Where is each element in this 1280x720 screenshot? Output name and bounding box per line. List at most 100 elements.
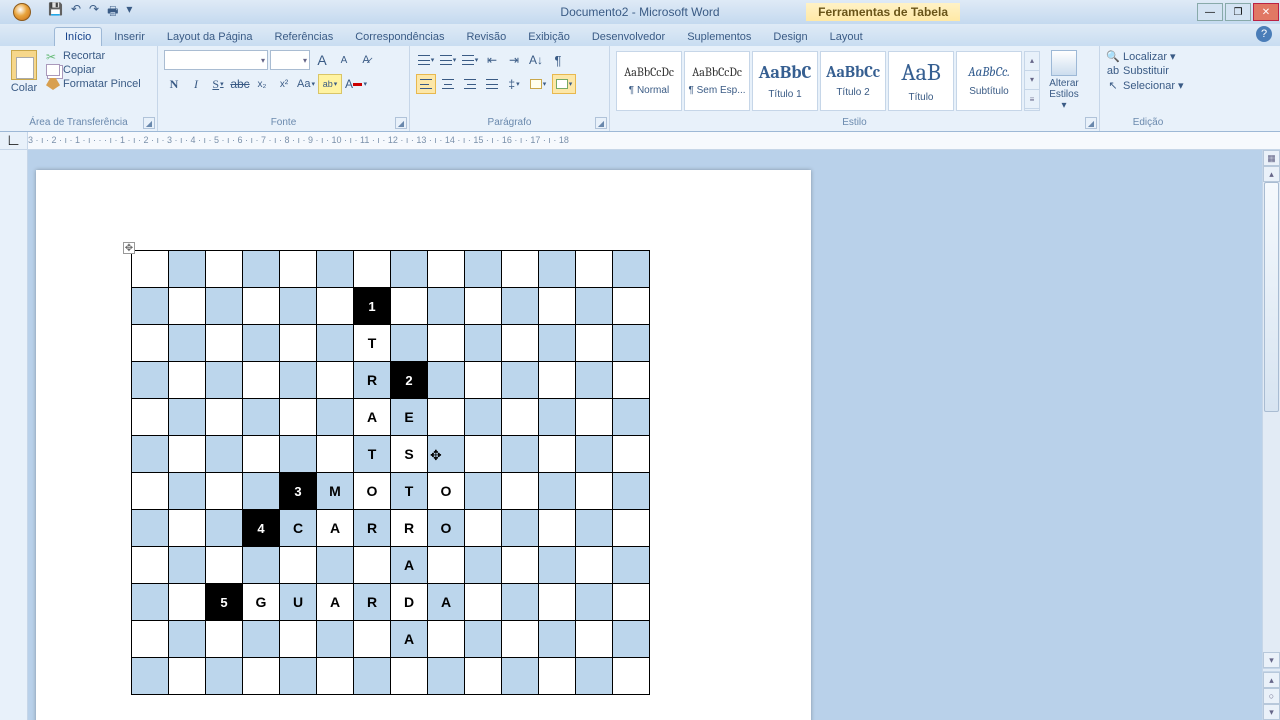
- clear-formatting-button[interactable]: A̷: [356, 50, 376, 70]
- scroll-thumb[interactable]: [1264, 182, 1279, 412]
- table-cell[interactable]: G: [243, 584, 280, 621]
- table-cell[interactable]: [243, 621, 280, 658]
- scroll-up-button[interactable]: ▴: [1263, 166, 1280, 182]
- table-cell[interactable]: [465, 510, 502, 547]
- table-cell[interactable]: [428, 547, 465, 584]
- table-cell[interactable]: [169, 473, 206, 510]
- table-cell[interactable]: 4: [243, 510, 280, 547]
- table-cell[interactable]: [280, 436, 317, 473]
- style-titulo1[interactable]: AaBbCTítulo 1: [752, 51, 818, 111]
- table-cell[interactable]: [613, 473, 650, 510]
- align-left-button[interactable]: [416, 74, 436, 94]
- tab-inicio[interactable]: Início: [54, 27, 102, 46]
- table-cell[interactable]: [169, 288, 206, 325]
- table-cell[interactable]: [613, 325, 650, 362]
- table-cell[interactable]: [428, 251, 465, 288]
- style-subtitulo[interactable]: AaBbCc.Subtítulo: [956, 51, 1022, 111]
- maximize-button[interactable]: ❐: [1225, 3, 1251, 21]
- table-cell[interactable]: [502, 251, 539, 288]
- table-cell[interactable]: [576, 399, 613, 436]
- style-titulo[interactable]: AaBTítulo: [888, 51, 954, 111]
- table-cell[interactable]: A: [317, 584, 354, 621]
- cut-button[interactable]: Recortar: [46, 50, 141, 62]
- help-button[interactable]: ?: [1256, 26, 1272, 42]
- multilevel-button[interactable]: ▾: [460, 50, 480, 70]
- tab-desenvolvedor[interactable]: Desenvolvedor: [582, 28, 675, 46]
- table-cell[interactable]: [206, 621, 243, 658]
- font-name-combo[interactable]: ▾: [164, 50, 268, 70]
- scroll-track[interactable]: [1263, 182, 1280, 652]
- table-cell[interactable]: [613, 399, 650, 436]
- table-cell[interactable]: [576, 362, 613, 399]
- table-cell[interactable]: T: [354, 325, 391, 362]
- style-normal[interactable]: AaBbCcDc¶ Normal: [616, 51, 682, 111]
- tab-layout-pagina[interactable]: Layout da Página: [157, 28, 263, 46]
- table-cell[interactable]: [132, 325, 169, 362]
- select-button[interactable]: ↖Selecionar ▾: [1106, 79, 1190, 92]
- align-justify-button[interactable]: [482, 74, 502, 94]
- table-cell[interactable]: [132, 288, 169, 325]
- table-cell[interactable]: [502, 473, 539, 510]
- vertical-scrollbar[interactable]: ▦ ▴ ▾ ▴ ○ ▾: [1262, 150, 1280, 720]
- table-cell[interactable]: [391, 288, 428, 325]
- copy-button[interactable]: Copiar: [46, 64, 141, 76]
- table-cell[interactable]: O: [428, 510, 465, 547]
- table-cell[interactable]: [428, 362, 465, 399]
- table-cell[interactable]: [243, 362, 280, 399]
- table-cell[interactable]: [428, 325, 465, 362]
- table-cell[interactable]: [206, 510, 243, 547]
- table-cell[interactable]: A: [391, 621, 428, 658]
- table-cell[interactable]: [613, 584, 650, 621]
- superscript-button[interactable]: x²: [274, 74, 294, 94]
- table-cell[interactable]: [280, 362, 317, 399]
- table-cell[interactable]: [539, 362, 576, 399]
- table-cell[interactable]: [502, 510, 539, 547]
- tab-suplementos[interactable]: Suplementos: [677, 28, 761, 46]
- underline-button[interactable]: S▾: [208, 74, 228, 94]
- table-cell[interactable]: [613, 251, 650, 288]
- table-cell[interactable]: [465, 473, 502, 510]
- table-cell[interactable]: [576, 621, 613, 658]
- table-cell[interactable]: [576, 436, 613, 473]
- show-marks-button[interactable]: ¶: [548, 50, 568, 70]
- table-cell[interactable]: [206, 325, 243, 362]
- table-cell[interactable]: [465, 584, 502, 621]
- table-cell[interactable]: [539, 658, 576, 695]
- subscript-button[interactable]: x₂: [252, 74, 272, 94]
- table-cell[interactable]: [576, 510, 613, 547]
- prev-page-button[interactable]: ▴: [1263, 672, 1280, 688]
- table-cell[interactable]: C: [280, 510, 317, 547]
- table-cell[interactable]: [280, 399, 317, 436]
- table-cell[interactable]: [280, 325, 317, 362]
- tab-design[interactable]: Design: [763, 28, 817, 46]
- table-cell[interactable]: E: [391, 399, 428, 436]
- table-cell[interactable]: [169, 510, 206, 547]
- undo-icon[interactable]: ↶: [71, 2, 81, 23]
- table-cell[interactable]: [613, 547, 650, 584]
- table-cell[interactable]: [317, 251, 354, 288]
- table-cell[interactable]: [613, 288, 650, 325]
- styles-launcher[interactable]: ◢: [1085, 117, 1097, 129]
- table-cell[interactable]: [243, 399, 280, 436]
- table-cell[interactable]: [465, 325, 502, 362]
- table-cell[interactable]: [539, 288, 576, 325]
- table-cell[interactable]: [132, 621, 169, 658]
- table-cell[interactable]: [465, 658, 502, 695]
- table-cell[interactable]: [502, 658, 539, 695]
- table-cell[interactable]: [428, 288, 465, 325]
- table-cell[interactable]: [465, 288, 502, 325]
- table-cell[interactable]: [317, 362, 354, 399]
- print-icon[interactable]: 🖶: [107, 2, 118, 23]
- table-cell[interactable]: [169, 621, 206, 658]
- table-cell[interactable]: [169, 362, 206, 399]
- table-cell[interactable]: [132, 399, 169, 436]
- table-cell[interactable]: [317, 399, 354, 436]
- table-cell[interactable]: [613, 510, 650, 547]
- table-cell[interactable]: [280, 288, 317, 325]
- tab-selector[interactable]: ∟: [0, 132, 28, 149]
- table-cell[interactable]: O: [428, 473, 465, 510]
- table-cell[interactable]: [169, 325, 206, 362]
- table-cell[interactable]: [576, 288, 613, 325]
- paragraph-launcher[interactable]: ◢: [595, 117, 607, 129]
- table-cell[interactable]: [354, 658, 391, 695]
